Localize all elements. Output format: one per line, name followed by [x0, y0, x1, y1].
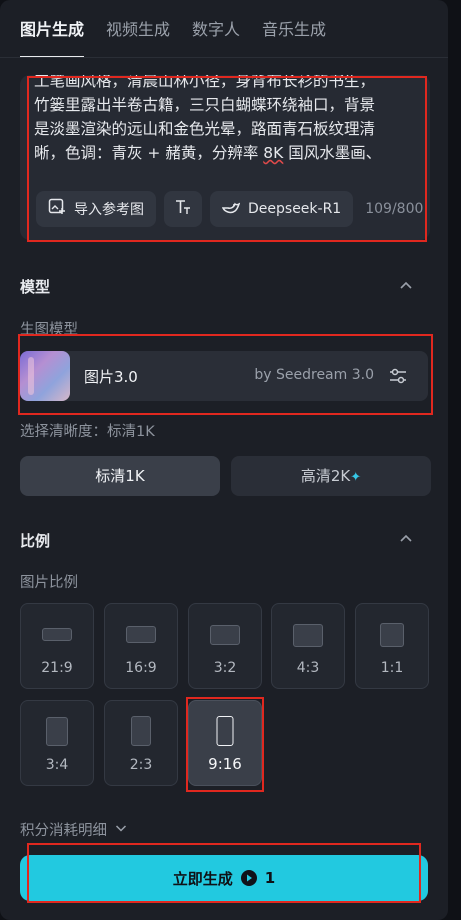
tab-video-generation[interactable]: 视频生成 [106, 18, 170, 56]
chevron-up-icon[interactable] [399, 278, 413, 292]
image-add-icon [48, 198, 66, 220]
cost-breakdown-toggle[interactable]: 积分消耗明细 [20, 819, 127, 840]
ratio-option-4-3[interactable]: 4:3 [271, 603, 345, 689]
model-provider: by Seedream 3.0 [254, 367, 374, 383]
image-ratio-label: 图片比例 [20, 575, 78, 591]
tab-image-generation[interactable]: 图片生成 [20, 18, 85, 58]
ratio-option-9-16[interactable]: 9:16 [188, 700, 262, 786]
tab-digital-human[interactable]: 数字人 [192, 18, 240, 56]
ratio-option-1-1[interactable]: 1:1 [355, 603, 429, 689]
ratio-3-4-icon [46, 717, 68, 746]
cost-breakdown-label: 积分消耗明细 [20, 823, 107, 839]
ratio-4-3-icon [293, 624, 323, 647]
divider [0, 57, 448, 58]
ratio-label: 4:3 [296, 660, 320, 676]
import-reference-button[interactable]: 导入参考图 [36, 191, 156, 227]
section-title-model: 模型 [20, 278, 51, 296]
prompt-fragment: 晰，色调：青灰 + 赭黄，分辨率 [34, 144, 264, 162]
generate-label: 立即生成 [172, 869, 233, 888]
ratio-option-2-3[interactable]: 2:3 [104, 700, 178, 786]
prompt-toolbar: 导入参考图 Deepseek-R1 109/800 [36, 191, 423, 227]
sparkle-icon: ✦ [350, 470, 362, 485]
text-style-icon [174, 198, 192, 220]
ratio-9-16-icon [216, 716, 234, 746]
model-selector[interactable]: 图片3.0 by Seedream 3.0 [20, 351, 428, 401]
ratio-label: 1:1 [380, 660, 404, 676]
ratio-label: 9:16 [208, 755, 242, 773]
prompt-line: 工笔画风格，清晨山林小径，身背布长衫的书生， [34, 75, 376, 90]
prompt-line: 晰，色调：青灰 + 赭黄，分辨率 8K 国风水墨画、 [34, 141, 418, 165]
ratio-option-3-4[interactable]: 3:4 [20, 700, 94, 786]
prompt-line: 竹篓里露出半卷古籍，三只白蝴蝶环绕袖口，背景 [34, 96, 376, 114]
ratio-label: 3:4 [45, 757, 69, 773]
deepseek-model-button[interactable]: Deepseek-R1 [210, 191, 354, 227]
credit-coin-icon [240, 870, 257, 886]
quality-standard-button[interactable]: 标清1K [20, 456, 220, 496]
ratio-21-9-icon [42, 628, 72, 641]
generation-panel: 图片生成 视频生成 数字人 音乐生成 工笔画风格，清晨山林小径，身背布长衫的书生… [0, 0, 448, 920]
tab-bar: 图片生成 视频生成 数字人 音乐生成 [20, 18, 326, 58]
image-model-label: 生图模型 [20, 322, 78, 338]
ratio-2-3-icon [131, 716, 151, 746]
generate-now-button[interactable]: 立即生成 1 [20, 855, 428, 901]
generate-cost: 1 [264, 869, 276, 887]
deepseek-model-label: Deepseek-R1 [248, 201, 342, 217]
prompt-fragment: 国风水墨画、 [283, 144, 382, 162]
section-title-ratio: 比例 [20, 532, 51, 550]
ratio-3-2-icon [210, 625, 240, 645]
prompt-line: 是淡墨渲染的远山和金色光晕，路面青石板纹理清 [34, 120, 376, 138]
ratio-1-1-icon [380, 623, 404, 647]
ratio-option-21-9[interactable]: 21:9 [20, 603, 94, 689]
ratio-option-3-2[interactable]: 3:2 [188, 603, 262, 689]
chevron-up-icon[interactable] [399, 531, 413, 545]
char-count: 109/800 [365, 201, 424, 217]
ratio-label: 3:2 [213, 660, 237, 676]
prompt-text[interactable]: 工笔画风格，清晨山林小径，身背布长衫的书生， 竹篓里露出半卷古籍，三只白蝴蝶环绕… [34, 75, 418, 165]
tab-music-generation[interactable]: 音乐生成 [262, 18, 326, 56]
sliders-icon[interactable] [388, 367, 408, 385]
ratio-label: 21:9 [41, 660, 73, 676]
quality-label: 选择清晰度：标清1K [20, 424, 155, 440]
ratio-16-9-icon [126, 626, 156, 643]
prompt-input[interactable]: 工笔画风格，清晨山林小径，身背布长衫的书生， 竹篓里露出半卷古籍，三只白蝴蝶环绕… [20, 75, 430, 240]
ratio-option-16-9[interactable]: 16:9 [104, 603, 178, 689]
model-name: 图片3.0 [84, 368, 138, 386]
quality-hd-button[interactable]: 高清2K✦ [231, 456, 431, 496]
text-format-button[interactable] [164, 191, 202, 227]
ratio-label: 16:9 [125, 660, 157, 676]
import-reference-label: 导入参考图 [74, 202, 144, 218]
chevron-down-icon [115, 822, 127, 838]
quality-hd-label: 高清2K [300, 467, 351, 485]
ratio-label: 2:3 [129, 757, 153, 773]
model-thumbnail [20, 351, 70, 401]
deepseek-icon [221, 199, 241, 219]
spellcheck-flag: 8K [263, 144, 284, 162]
